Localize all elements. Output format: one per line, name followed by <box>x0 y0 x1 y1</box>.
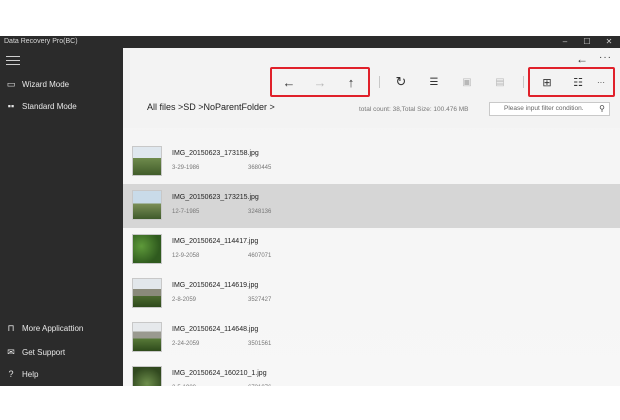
file-thumbnail <box>132 234 162 264</box>
window-controls: – ☐ ✕ <box>554 36 620 48</box>
title-bar: Data Recovery Pro(BC) – ☐ ✕ <box>0 36 620 48</box>
file-size: 3501561 <box>248 341 272 347</box>
filter-input[interactable]: Please input filter condition. ⚲ <box>489 102 610 116</box>
sidebar-item-more-application[interactable]: ⊓ More Applicattion <box>0 318 123 338</box>
filter-placeholder: Please input filter condition. <box>504 105 584 112</box>
file-date: 2-5-1980 <box>172 385 196 386</box>
sidebar-item-standard-mode[interactable]: ▪▪ Standard Mode <box>0 96 123 116</box>
file-row-selected[interactable]: IMG_20150623_173215.jpg 12-7-1985 324813… <box>123 184 620 228</box>
sidebar-item-label: Wizard Mode <box>22 79 70 89</box>
tools-icon: ▪▪ <box>7 101 15 111</box>
sidebar-item-label: Help <box>22 369 39 379</box>
sidebar-item-get-support[interactable]: ✉ Get Support <box>0 342 123 362</box>
up-folder-button[interactable]: ↑ <box>336 69 366 95</box>
file-name: IMG_20150624_114417.jpg <box>172 238 259 245</box>
toolbar-separator <box>379 76 380 88</box>
view-more-button[interactable]: ··· <box>590 69 612 95</box>
file-thumbnail <box>132 146 162 176</box>
sidebar: ▭ Wizard Mode ▪▪ Standard Mode ⊓ More Ap… <box>0 48 123 386</box>
select-all-button[interactable]: ☰ <box>419 69 449 95</box>
toolbar-separator <box>523 76 524 88</box>
list-view-button[interactable]: ☷ <box>563 69 593 95</box>
forward-button[interactable]: → <box>305 69 335 95</box>
mail-icon: ✉ <box>7 346 15 357</box>
sidebar-item-help[interactable]: ? Help <box>0 364 123 384</box>
file-row[interactable]: IMG_20150624_114648.jpg 2-24-2059 350156… <box>123 316 620 360</box>
question-icon: ? <box>8 369 14 379</box>
more-options-icon[interactable]: ··· <box>599 52 612 63</box>
refresh-button[interactable]: ↻ <box>386 69 416 95</box>
close-button[interactable]: ✕ <box>598 36 620 48</box>
file-date: 3-29-1986 <box>172 165 200 171</box>
back-arrow-icon[interactable]: ← <box>576 52 588 66</box>
file-size: 6731076 <box>248 385 271 386</box>
app-window: Data Recovery Pro(BC) – ☐ ✕ ▭ Wizard Mod… <box>0 36 620 386</box>
grid-view-button[interactable]: ⊞ <box>532 69 562 95</box>
file-row[interactable]: IMG_20150624_114619.jpg 2-8-2059 3527427 <box>123 272 620 316</box>
file-row[interactable]: IMG_20150624_114417.jpg 12-9-2058 460707… <box>123 228 620 272</box>
file-size: 3248136 <box>248 209 272 215</box>
monitor-icon: ▭ <box>6 78 16 89</box>
file-size: 3680445 <box>248 165 272 171</box>
file-thumbnail <box>132 278 162 308</box>
file-size: 3527427 <box>248 297 272 303</box>
view-mode-highlight-box: ⊞ ☷ ··· <box>528 67 615 97</box>
back-button[interactable]: ← <box>274 69 304 95</box>
navigation-highlight-box: ← → ↑ <box>270 67 370 97</box>
sidebar-item-label: More Applicattion <box>22 323 84 333</box>
hamburger-menu-icon[interactable] <box>6 56 20 66</box>
recover-button[interactable]: ▣ <box>452 69 482 95</box>
file-name: IMG_20150624_114619.jpg <box>172 282 259 289</box>
file-name: IMG_20150623_173158.jpg <box>172 150 259 157</box>
file-name: IMG_20150624_114648.jpg <box>172 326 259 333</box>
file-thumbnail <box>132 366 162 386</box>
file-date: 12-7-1985 <box>172 209 200 215</box>
file-thumbnail <box>132 190 162 220</box>
sidebar-item-wizard-mode[interactable]: ▭ Wizard Mode <box>0 74 123 94</box>
sidebar-item-label: Standard Mode <box>22 101 77 111</box>
file-name: IMG_20150623_173215.jpg <box>172 194 259 201</box>
file-stats: total count: 38,Total Size: 100.476 MB <box>359 106 469 113</box>
file-row[interactable]: IMG_20150623_173158.jpg 3-29-1986 368044… <box>123 140 620 184</box>
main-area: ← ··· ← → ↑ ↻ ☰ ▣ ▤ ⊞ ☷ ··· All files >S… <box>123 48 620 386</box>
file-date: 12-9-2058 <box>172 253 200 259</box>
top-toolbar: ← ··· ← → ↑ ↻ ☰ ▣ ▤ ⊞ ☷ ··· All files >S… <box>123 48 620 128</box>
window-title: Data Recovery Pro(BC) <box>4 38 78 45</box>
file-row[interactable]: IMG_20150624_160210_1.jpg 2-5-1980 67310… <box>123 360 620 386</box>
minimize-button[interactable]: – <box>554 36 576 48</box>
sidebar-item-label: Get Support <box>22 347 66 357</box>
file-list: IMG_20150623_173158.jpg 3-29-1986 368044… <box>123 140 620 386</box>
export-button[interactable]: ▤ <box>485 69 515 95</box>
file-thumbnail <box>132 322 162 352</box>
search-icon[interactable]: ⚲ <box>599 103 605 115</box>
file-date: 2-8-2059 <box>172 297 197 303</box>
file-name: IMG_20150624_160210_1.jpg <box>172 370 267 377</box>
maximize-button[interactable]: ☐ <box>576 36 598 48</box>
breadcrumb[interactable]: All files >SD >NoParentFolder > <box>147 102 275 112</box>
file-size: 4607071 <box>248 253 272 259</box>
bag-icon: ⊓ <box>7 322 15 333</box>
file-date: 2-24-2059 <box>172 341 200 347</box>
